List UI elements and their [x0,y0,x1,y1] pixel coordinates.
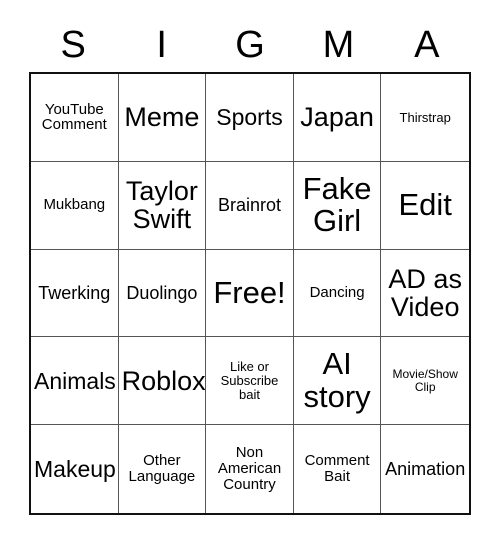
bingo-cell-label: Free! [213,274,286,310]
bingo-cell-free[interactable]: Free! [206,249,294,338]
bingo-cell-label: Animation [385,458,466,479]
bingo-cell-label: Meme [124,102,200,133]
bingo-cell-label: Comment Bait [304,452,370,486]
bingo-cell[interactable]: Animals [31,337,119,426]
bingo-cell[interactable]: Other Language [118,425,207,513]
bingo-cell-label: Thirstrap [399,109,451,125]
bingo-cell-label: Taylor Swift [125,175,198,235]
bingo-cell[interactable]: Twerking [31,249,119,338]
bingo-cell-label: Twerking [38,282,111,303]
header-letter-2: I [156,24,167,66]
bingo-cell-label: Movie/Show Clip [392,367,458,394]
bingo-cell[interactable]: Movie/Show Clip [381,337,469,426]
bingo-cell[interactable]: Taylor Swift [118,161,207,250]
bingo-header: S I G M A [29,18,471,72]
bingo-cell-label: Like or Subscribe bait [220,359,279,402]
bingo-cell[interactable]: Edit [381,161,469,250]
bingo-cell[interactable]: Japan [293,74,382,162]
bingo-cell[interactable]: Meme [118,74,207,162]
bingo-cell[interactable]: Duolingo [118,249,207,338]
bingo-cell-label: Makeup [34,456,116,483]
bingo-cell[interactable]: Non American Country [206,425,294,513]
bingo-cell-label: Non American Country [217,444,282,493]
bingo-cell-label: AD as Video [388,263,462,322]
bingo-cell-label: Other Language [128,452,196,486]
bingo-cell[interactable]: Sports [206,74,294,162]
bingo-cell[interactable]: Dancing [293,249,382,338]
header-letter-1: S [60,24,86,66]
bingo-cell-label: Brainrot [217,194,281,215]
bingo-cell[interactable]: AI story [293,337,382,426]
header-letter-4: M [322,24,355,66]
bingo-cell-label: Sports [216,104,283,131]
bingo-cell[interactable]: AD as Video [381,249,469,338]
bingo-cell[interactable]: Roblox [118,337,207,426]
bingo-cell[interactable]: Brainrot [206,161,294,250]
bingo-cell[interactable]: Animation [381,425,469,513]
header-letter-5: A [414,24,440,66]
bingo-cell-label: Dancing [309,284,365,302]
bingo-cell-label: Animals [34,367,116,394]
bingo-cell[interactable]: Like or Subscribe bait [206,337,294,426]
bingo-card: S I G M A YouTube Comment Meme Sports Ja… [0,0,500,544]
bingo-cell[interactable]: Thirstrap [381,74,469,162]
header-letter-3: G [235,24,265,66]
bingo-cell-label: Mukbang [43,196,106,214]
bingo-grid: YouTube Comment Meme Sports Japan Thirst… [29,72,471,515]
bingo-cell-label: AI story [303,346,371,414]
bingo-cell-label: Japan [300,102,374,133]
bingo-cell-label: Roblox [121,365,206,396]
bingo-cell-label: Fake Girl [302,170,372,239]
bingo-cell-label: YouTube Comment [41,100,107,134]
bingo-cell-label: Duolingo [126,282,198,303]
bingo-cell-label: Edit [398,186,452,222]
bingo-cell[interactable]: Comment Bait [293,425,382,513]
bingo-cell[interactable]: YouTube Comment [31,74,119,162]
bingo-cell[interactable]: Fake Girl [293,161,382,250]
bingo-cell[interactable]: Makeup [31,425,119,513]
bingo-cell[interactable]: Mukbang [31,161,119,250]
